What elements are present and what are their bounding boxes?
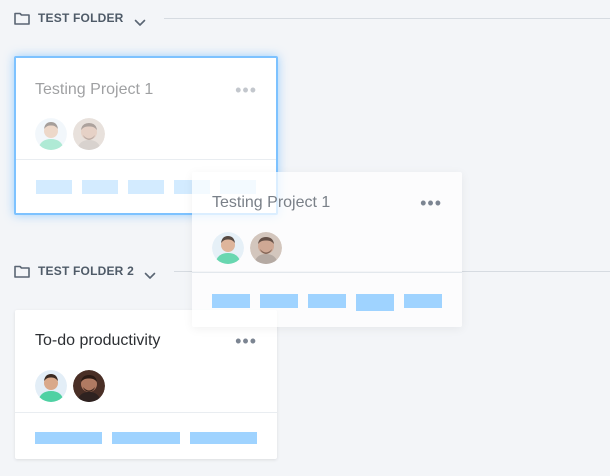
tag bbox=[308, 294, 346, 308]
folder-divider bbox=[164, 18, 610, 19]
avatar[interactable] bbox=[35, 118, 67, 150]
project-card[interactable]: To-do productivity ••• bbox=[15, 310, 277, 459]
folder-icon bbox=[14, 265, 30, 278]
avatar[interactable] bbox=[73, 118, 105, 150]
card-divider bbox=[15, 412, 277, 413]
folder-name: TEST FOLDER bbox=[38, 11, 124, 25]
tag bbox=[112, 432, 180, 444]
card-divider bbox=[192, 272, 462, 273]
chevron-down-icon[interactable] bbox=[134, 14, 146, 26]
folder-header-test-folder[interactable]: TEST FOLDER bbox=[14, 7, 146, 29]
tag bbox=[128, 180, 164, 194]
project-title: To-do productivity bbox=[35, 332, 161, 349]
card-divider bbox=[16, 159, 276, 160]
folder-name: TEST FOLDER 2 bbox=[38, 264, 134, 278]
tag bbox=[212, 294, 250, 308]
chevron-down-icon[interactable] bbox=[144, 267, 156, 279]
tag bbox=[356, 294, 394, 311]
tag bbox=[36, 180, 72, 194]
project-title: Testing Project 1 bbox=[212, 194, 331, 211]
avatar[interactable] bbox=[73, 370, 105, 402]
tag bbox=[82, 180, 118, 194]
folder-icon bbox=[14, 12, 30, 25]
more-options-icon[interactable]: ••• bbox=[235, 332, 257, 350]
project-title: Testing Project 1 bbox=[35, 81, 154, 98]
member-avatars bbox=[212, 232, 282, 264]
tag bbox=[260, 294, 298, 308]
more-options-icon[interactable]: ••• bbox=[420, 194, 442, 212]
more-options-icon[interactable]: ••• bbox=[235, 81, 257, 99]
progress-tags bbox=[212, 294, 442, 311]
folder-header-test-folder-2[interactable]: TEST FOLDER 2 bbox=[14, 260, 156, 282]
avatar[interactable] bbox=[35, 370, 67, 402]
tag bbox=[190, 432, 257, 444]
avatar[interactable] bbox=[250, 232, 282, 264]
member-avatars bbox=[35, 118, 105, 150]
tag bbox=[35, 432, 102, 444]
member-avatars bbox=[35, 370, 105, 402]
tag bbox=[404, 294, 442, 308]
avatar[interactable] bbox=[212, 232, 244, 264]
dragged-project-card[interactable]: Testing Project 1 ••• bbox=[192, 172, 462, 327]
progress-tags bbox=[35, 432, 257, 444]
